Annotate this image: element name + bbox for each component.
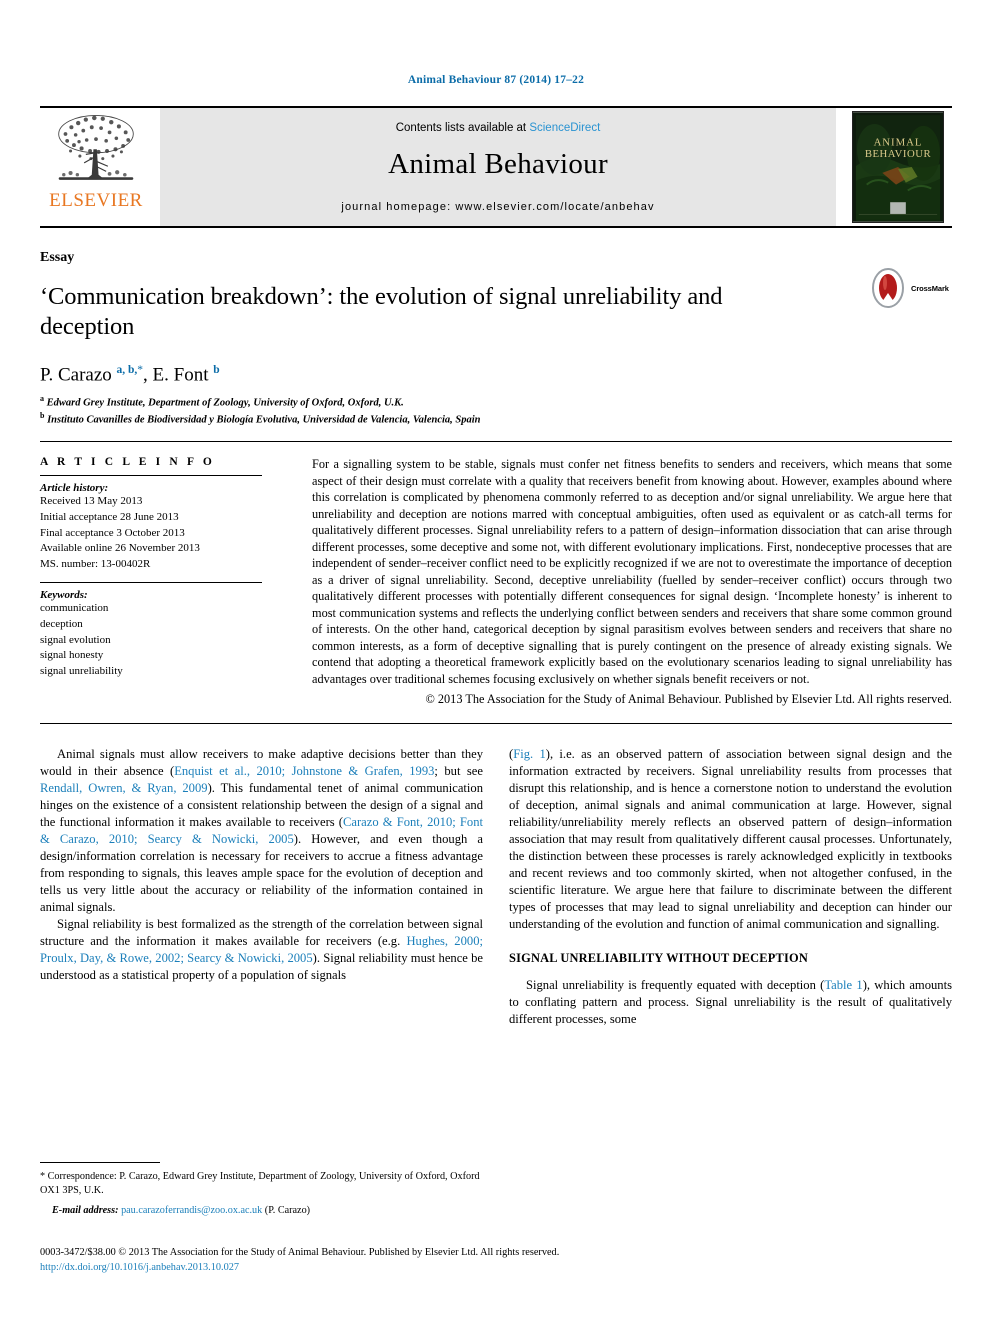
- journal-masthead: ELSEVIER Contents lists available at Sci…: [40, 108, 952, 226]
- keywords-list: communication deception signal evolution…: [40, 601, 288, 679]
- body-paragraph: (Fig. 1), i.e. as an observed pattern of…: [509, 746, 952, 932]
- table-link[interactable]: Table 1: [824, 978, 862, 992]
- article-history-label: Article history:: [40, 482, 109, 495]
- body-column-right: (Fig. 1), i.e. as an observed pattern of…: [509, 746, 952, 1028]
- figure-link[interactable]: Fig. 1: [513, 747, 546, 761]
- text-run: ), i.e. as an observed pattern of associ…: [509, 747, 952, 931]
- abstract-column: For a signalling system to be stable, si…: [312, 456, 952, 707]
- article-info-heading: A R T I C L E I N F O: [40, 456, 215, 469]
- journal-title: Animal Behaviour: [388, 147, 608, 180]
- body-paragraph: Signal unreliability is frequently equat…: [509, 977, 952, 1028]
- contents-prefix: Contents lists available at: [395, 121, 530, 134]
- crossmark-icon: [872, 268, 904, 308]
- keyword-item: signal unreliability: [40, 664, 123, 677]
- article-history-list: Received 13 May 2013 Initial acceptance …: [40, 494, 288, 572]
- affiliation-list: a Edward Grey Institute, Department of Z…: [40, 394, 952, 427]
- footnote-area: * Correspondence: P. Carazo, Edward Grey…: [40, 1162, 483, 1218]
- svg-text:ANIMAL: ANIMAL: [874, 136, 923, 148]
- article-type: Essay: [40, 250, 75, 265]
- author-list: P. Carazo a, b,*, E. Font b: [40, 363, 220, 386]
- body-column-left: Animal signals must allow receivers to m…: [40, 746, 483, 1028]
- journal-cover[interactable]: ANIMAL BEHAVIOUR: [844, 108, 952, 226]
- abstract-text: For a signalling system to be stable, si…: [312, 457, 952, 686]
- info-abstract-section: A R T I C L E I N F O Article history: R…: [40, 442, 952, 707]
- history-item: MS. number: 13-00402R: [40, 557, 151, 570]
- elsevier-logo[interactable]: ELSEVIER: [40, 108, 152, 226]
- paper-page: Animal Behaviour 87 (2014) 17–22 ELSEVIE…: [0, 0, 992, 1323]
- body-paragraph: Signal reliability is best formalized as…: [40, 916, 483, 984]
- keywords-label: Keywords:: [40, 589, 88, 602]
- crossmark-label: CrossMark: [911, 283, 949, 293]
- history-item: Initial acceptance 28 June 2013: [40, 511, 179, 524]
- contents-lists-line: Contents lists available at ScienceDirec…: [396, 122, 601, 134]
- affiliation-a-text: Edward Grey Institute, Department of Zoo…: [46, 397, 404, 409]
- abstract-copyright: © 2013 The Association for the Study of …: [425, 691, 952, 706]
- running-head: Animal Behaviour 87 (2014) 17–22: [407, 74, 585, 86]
- body-columns: Animal signals must allow receivers to m…: [40, 724, 952, 1028]
- keyword-item: signal honesty: [40, 649, 104, 662]
- citation-link[interactable]: Enquist et al., 2010; Johnstone & Grafen…: [174, 764, 434, 778]
- article-info-column: A R T I C L E I N F O Article history: R…: [40, 456, 312, 707]
- text-run: Signal unreliability is frequently equat…: [526, 978, 825, 993]
- email-note: E-mail address: pau.carazoferrandis@zoo.…: [40, 1204, 483, 1218]
- page-footer: 0003-3472/$38.00 © 2013 The Association …: [40, 1245, 952, 1276]
- footnote-rule: [40, 1162, 160, 1163]
- body-paragraph: Animal signals must allow receivers to m…: [40, 746, 483, 915]
- issn-copyright-line: 0003-3472/$38.00 © 2013 The Association …: [40, 1247, 560, 1258]
- email-link[interactable]: pau.carazoferrandis@zoo.ox.ac.uk: [121, 1205, 262, 1216]
- section-heading: Signal unreliability without deception: [509, 950, 808, 965]
- keywords-rule: [40, 582, 262, 584]
- sciencedirect-link[interactable]: ScienceDirect: [529, 122, 600, 134]
- title-block: Essay ‘Communication breakdown’: the evo…: [40, 228, 952, 427]
- journal-homepage[interactable]: journal homepage: www.elsevier.com/locat…: [341, 201, 654, 213]
- keyword-item: communication: [40, 602, 109, 615]
- email-label: E-mail address:: [52, 1204, 119, 1216]
- keyword-item: deception: [40, 618, 83, 631]
- journal-cover-image: ANIMAL BEHAVIOUR: [852, 111, 944, 223]
- article-info-rule: [40, 475, 262, 477]
- history-item: Received 13 May 2013: [40, 495, 143, 508]
- keyword-item: signal evolution: [40, 633, 111, 646]
- elsevier-tree-icon: [58, 114, 134, 180]
- masthead-center: Contents lists available at ScienceDirec…: [160, 108, 836, 226]
- svg-text:BEHAVIOUR: BEHAVIOUR: [865, 148, 932, 160]
- email-suffix: (P. Carazo): [264, 1204, 311, 1216]
- correspondence-note: * Correspondence: P. Carazo, Edward Grey…: [40, 1171, 480, 1197]
- text-run: ; but see: [434, 764, 483, 779]
- affiliation-a: a Edward Grey Institute, Department of Z…: [40, 394, 404, 409]
- page-title: ‘Communication breakdown’: the evolution…: [40, 283, 723, 340]
- doi-link[interactable]: http://dx.doi.org/10.1016/j.anbehav.2013…: [40, 1260, 952, 1275]
- history-item: Final acceptance 3 October 2013: [40, 526, 185, 539]
- elsevier-wordmark: ELSEVIER: [49, 190, 143, 211]
- history-item: Available online 26 November 2013: [40, 542, 200, 555]
- citation-link[interactable]: Rendall, Owren, & Ryan, 2009: [40, 781, 208, 795]
- crossmark-badge[interactable]: CrossMark: [868, 266, 952, 310]
- affiliation-b-text: Instituto Cavanilles de Biodiversidad y …: [47, 414, 481, 426]
- affiliation-b: b Instituto Cavanilles de Biodiversidad …: [40, 410, 481, 426]
